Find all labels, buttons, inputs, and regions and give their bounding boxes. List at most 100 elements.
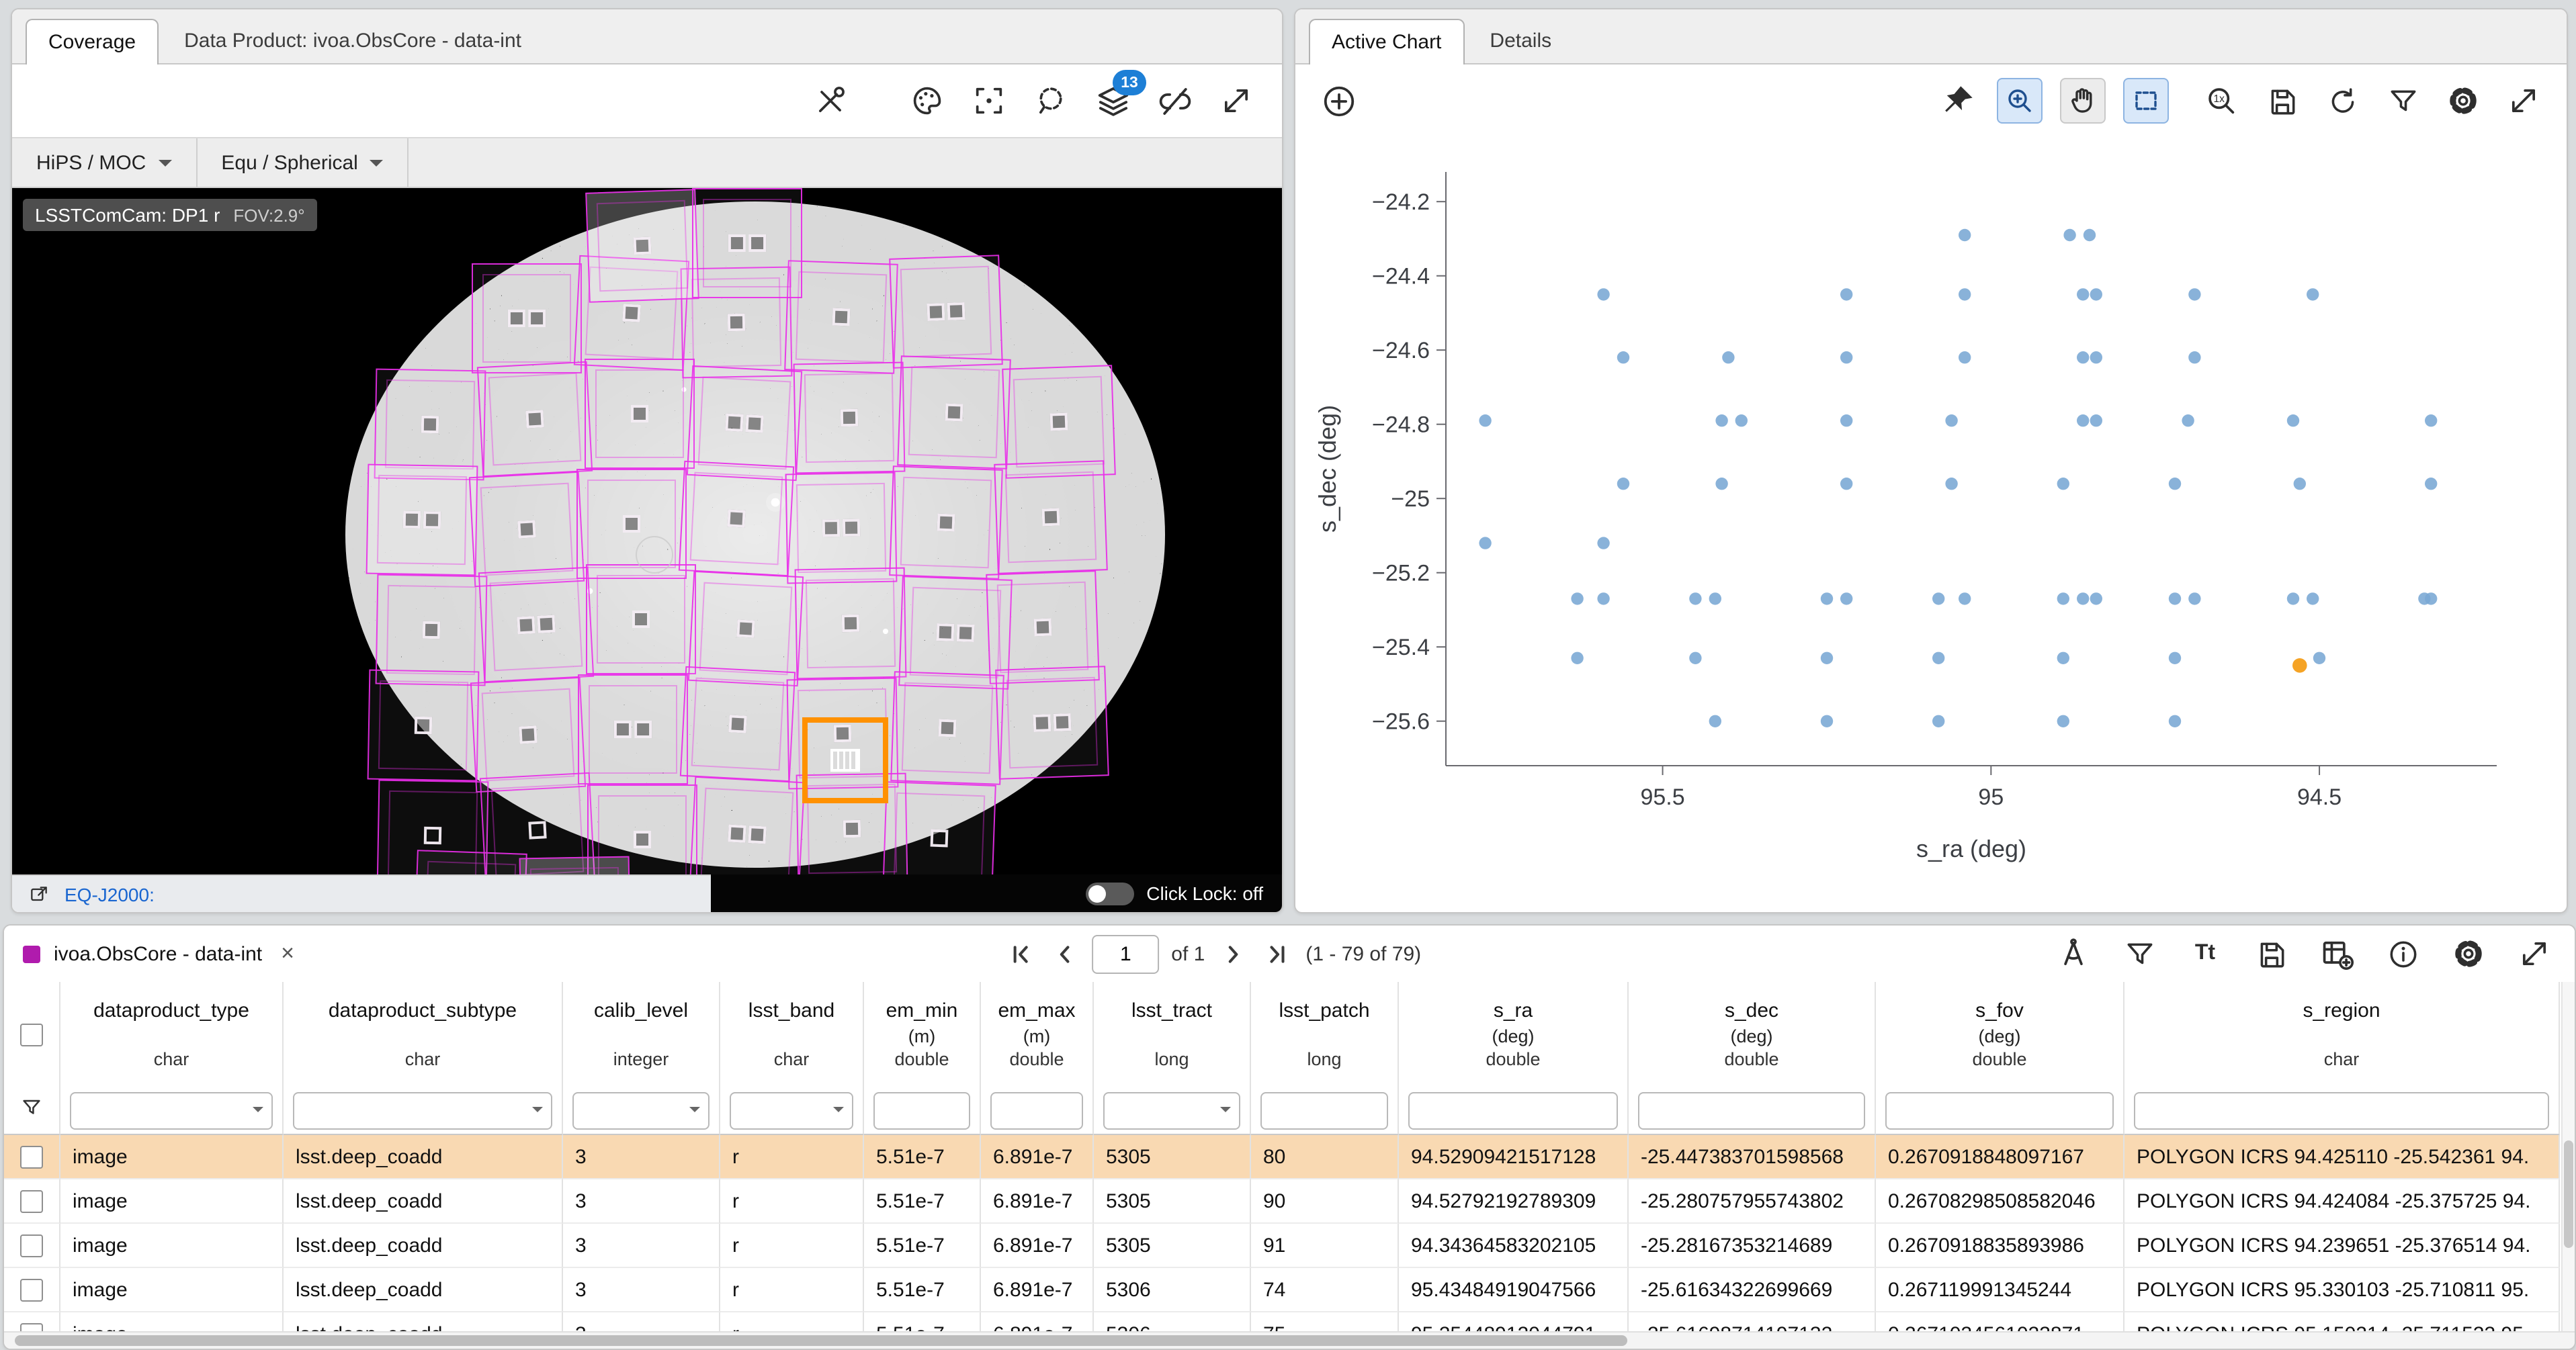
data-point[interactable] — [2057, 592, 2069, 604]
data-point[interactable] — [1840, 478, 1852, 490]
filter-input-em_max[interactable] — [992, 1093, 1082, 1128]
column-header-calib_level[interactable]: calib_level integer — [563, 982, 720, 1087]
data-point[interactable] — [1959, 592, 1971, 604]
filter-input-s_region[interactable] — [2135, 1093, 2548, 1128]
data-point[interactable] — [2084, 229, 2096, 241]
data-point[interactable] — [1715, 414, 1727, 426]
data-point[interactable] — [2188, 592, 2200, 604]
data-point[interactable] — [1479, 537, 1491, 549]
prev-page-icon[interactable] — [1047, 938, 1080, 970]
data-point[interactable] — [1945, 478, 1957, 490]
color-palette-icon[interactable] — [906, 79, 949, 122]
data-point[interactable] — [1821, 652, 1833, 664]
data-point[interactable] — [2425, 592, 2437, 604]
tab-details[interactable]: Details — [1467, 17, 1574, 63]
data-point[interactable] — [2313, 652, 2325, 664]
data-point[interactable] — [2182, 414, 2194, 426]
data-point[interactable] — [1945, 414, 1957, 426]
tab-active-chart[interactable]: Active Chart — [1309, 19, 1464, 64]
select-region-icon[interactable] — [1029, 79, 1072, 122]
data-point[interactable] — [1571, 592, 1583, 604]
sky-view[interactable]: LSSTComCam: DP1 rFOV:2.9° — [12, 188, 1282, 874]
expand-chart-icon[interactable] — [2502, 79, 2545, 122]
layers-icon[interactable]: 13 — [1091, 79, 1134, 122]
data-point[interactable] — [1821, 592, 1833, 604]
zoom-in-icon[interactable] — [1997, 78, 2043, 124]
row-checkbox[interactable] — [20, 1322, 43, 1331]
data-point[interactable] — [2188, 351, 2200, 363]
column-header-lsst_tract[interactable]: lsst_tract long — [1094, 982, 1251, 1087]
filter-input-dataproduct_subtype[interactable] — [294, 1093, 551, 1128]
data-point[interactable] — [2169, 652, 2181, 664]
table-row[interactable]: imagelsst.deep_coadd3r5.51e-76.891e-7530… — [4, 1268, 2560, 1312]
column-header-em_min[interactable]: em_min(m)double — [864, 982, 981, 1087]
info-icon[interactable] — [2381, 932, 2424, 975]
data-point[interactable] — [2294, 478, 2306, 490]
filter-input-em_min[interactable] — [875, 1093, 969, 1128]
filter-input-em_min[interactable] — [873, 1091, 970, 1129]
data-point[interactable] — [2287, 592, 2299, 604]
row-checkbox[interactable] — [20, 1234, 43, 1257]
data-point[interactable] — [1959, 351, 1971, 363]
filter-input-s_dec[interactable] — [1638, 1091, 1865, 1129]
data-point[interactable] — [2090, 351, 2102, 363]
data-point[interactable] — [1840, 351, 1852, 363]
row-checkbox[interactable] — [20, 1145, 43, 1168]
data-point[interactable] — [2287, 414, 2299, 426]
first-page-icon[interactable] — [1003, 938, 1035, 970]
table-settings-icon[interactable] — [2447, 932, 2490, 975]
filter-input-calib_level[interactable] — [574, 1093, 708, 1128]
data-point[interactable] — [1597, 592, 1609, 604]
close-table-icon[interactable]: × — [281, 940, 294, 967]
restore-chart-icon[interactable] — [2321, 79, 2364, 122]
data-point[interactable] — [2425, 414, 2437, 426]
data-point[interactable] — [1597, 537, 1609, 549]
column-header-lsst_band[interactable]: lsst_band char — [720, 982, 864, 1087]
filter-input-lsst_tract[interactable] — [1105, 1093, 1239, 1128]
horizontal-scrollbar-thumb[interactable] — [15, 1335, 1627, 1346]
scatter-chart[interactable]: −24.2−24.4−24.6−24.8−25−25.2−25.4−25.695… — [1306, 140, 2542, 876]
column-header-s_fov[interactable]: s_fov(deg)double — [1876, 982, 2124, 1087]
selected-data-point[interactable] — [2292, 658, 2307, 673]
data-point[interactable] — [1932, 715, 1944, 727]
highlighted-footprint[interactable] — [802, 717, 888, 803]
filter-input-s_ra[interactable] — [1410, 1093, 1617, 1128]
column-header-em_max[interactable]: em_max(m)double — [981, 982, 1094, 1087]
table-row[interactable]: imagelsst.deep_coadd3r5.51e-76.891e-7530… — [4, 1135, 2560, 1179]
data-point[interactable] — [2063, 229, 2075, 241]
text-view-icon[interactable]: Tt — [2184, 932, 2227, 975]
data-point[interactable] — [2057, 715, 2069, 727]
column-header-lsst_patch[interactable]: lsst_patch long — [1251, 982, 1399, 1087]
data-point[interactable] — [2077, 288, 2089, 300]
table-title[interactable]: ivoa.ObsCore - data-int — [54, 942, 262, 965]
data-point[interactable] — [2090, 592, 2102, 604]
vertical-scrollbar[interactable] — [2561, 982, 2575, 1331]
data-point[interactable] — [2077, 592, 2089, 604]
data-point[interactable] — [2188, 288, 2200, 300]
column-header-dataproduct_subtype[interactable]: dataproduct_subtype char — [284, 982, 563, 1087]
data-point[interactable] — [1689, 652, 1701, 664]
add-chart-icon[interactable] — [1317, 79, 1360, 122]
pan-icon[interactable] — [2060, 78, 2106, 124]
filter-input-lsst_patch[interactable] — [1262, 1093, 1387, 1128]
filter-input-s_fov[interactable] — [1885, 1091, 2114, 1129]
page-number-input[interactable] — [1092, 934, 1159, 973]
click-lock-toggle[interactable] — [1086, 882, 1134, 905]
filter-input-lsst_patch[interactable] — [1260, 1091, 1388, 1129]
expand-coverage-icon[interactable] — [1215, 79, 1258, 122]
add-column-icon[interactable] — [2315, 932, 2358, 975]
filter-input-s_ra[interactable] — [1408, 1091, 1618, 1129]
data-point[interactable] — [1715, 478, 1727, 490]
data-point[interactable] — [1821, 715, 1833, 727]
tab-data-product[interactable]: Data Product: ivoa.ObsCore - data-int — [161, 17, 544, 63]
filter-chart-icon[interactable] — [2381, 79, 2424, 122]
zoom-original-icon[interactable]: 1x — [2200, 79, 2243, 122]
data-point[interactable] — [1932, 652, 1944, 664]
tab-coverage[interactable]: Coverage — [26, 19, 159, 64]
column-header-dataproduct_type[interactable]: dataproduct_type char — [60, 982, 284, 1087]
table-row[interactable]: imagelsst.deep_coadd3r5.51e-76.891e-7530… — [4, 1224, 2560, 1268]
box-select-icon[interactable] — [2123, 78, 2169, 124]
vertical-scrollbar-thumb[interactable] — [2564, 1140, 2573, 1248]
next-page-icon[interactable] — [1217, 938, 1249, 970]
data-point[interactable] — [2169, 478, 2181, 490]
